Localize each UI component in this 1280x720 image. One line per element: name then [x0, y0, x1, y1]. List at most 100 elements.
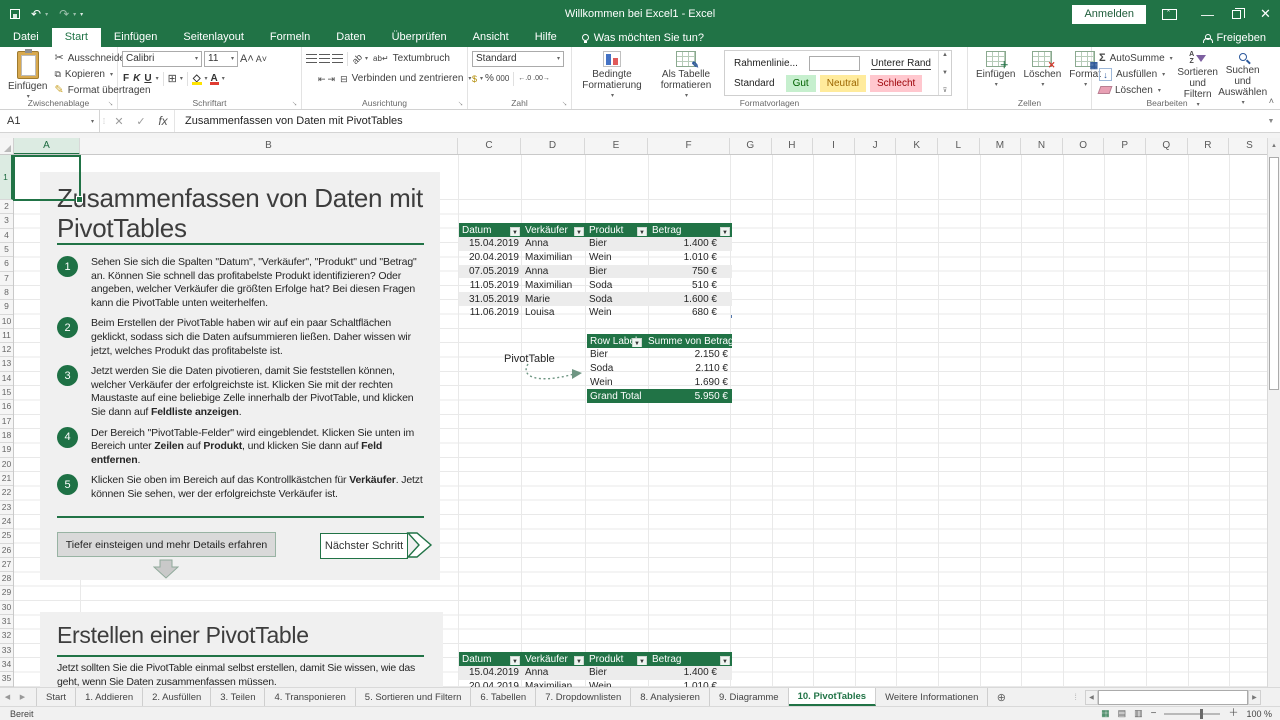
wrap-text-button[interactable]: ab↵Textumbruch: [370, 51, 453, 67]
row-header-14[interactable]: 14: [0, 372, 13, 386]
increase-font-icon[interactable]: A˄: [240, 52, 254, 66]
row-header-33[interactable]: 33: [0, 644, 13, 658]
decrease-indent-icon[interactable]: ⇤: [318, 72, 326, 86]
filter-dropdown-icon[interactable]: ▼: [510, 227, 520, 236]
sheet-tab-9-diagramme[interactable]: 9. Diagramme: [710, 688, 789, 706]
bold-button[interactable]: F: [122, 73, 130, 84]
gallery-more-icon[interactable]: ⊽: [943, 87, 947, 94]
sheet-tab-4-transponieren[interactable]: 4. Transponieren: [265, 688, 355, 706]
sheet-tab-6-tabellen[interactable]: 6. Tabellen: [471, 688, 536, 706]
fill-button[interactable]: ↓Ausfüllen▾: [1096, 66, 1176, 82]
close-button[interactable]: ✕: [1251, 0, 1280, 28]
column-header-O[interactable]: O: [1063, 138, 1105, 155]
fill-color-button[interactable]: ◇: [192, 73, 202, 84]
column-header-C[interactable]: C: [458, 138, 521, 155]
table-row[interactable]: 11.06.2019LouisaWein680 €: [459, 306, 732, 320]
borders-icon[interactable]: ⊞: [168, 72, 177, 86]
row-header-26[interactable]: 26: [0, 544, 13, 558]
table-row[interactable]: 20.04.2019MaximilianWein1.010 €: [459, 680, 732, 687]
column-header-D[interactable]: D: [521, 138, 585, 155]
collapse-ribbon-icon[interactable]: ˄: [1269, 96, 1274, 106]
filter-dropdown-icon[interactable]: ▼: [720, 227, 730, 236]
ribbon-tab-seitenlayout[interactable]: Seitenlayout: [170, 28, 257, 47]
filter-dropdown-icon[interactable]: ▼: [632, 338, 642, 347]
row-header-30[interactable]: 30: [0, 601, 13, 615]
zoom-slider-thumb[interactable]: [1200, 709, 1203, 719]
zoom-slider[interactable]: [1164, 713, 1220, 715]
column-header-J[interactable]: J: [855, 138, 897, 155]
font-dialog-launcher[interactable]: [291, 99, 299, 107]
cell-style-blank[interactable]: [809, 56, 860, 71]
sheet-tab-1-addieren[interactable]: 1. Addieren: [76, 688, 143, 706]
vertical-scrollbar[interactable]: ▲: [1267, 138, 1280, 687]
row-header-23[interactable]: 23: [0, 501, 13, 515]
row-header-7[interactable]: 7: [0, 272, 13, 286]
column-header-L[interactable]: L: [938, 138, 980, 155]
font-name-select[interactable]: Calibri▾: [122, 51, 202, 67]
restore-button[interactable]: [1222, 0, 1251, 28]
row-header-8[interactable]: 8: [0, 286, 13, 300]
cell-style-unterer-rand[interactable]: Unterer Rand: [864, 55, 938, 72]
ribbon-tab-daten[interactable]: Daten: [323, 28, 378, 47]
clear-button[interactable]: Löschen▾: [1096, 82, 1176, 98]
row-header-17[interactable]: 17: [0, 415, 13, 429]
decrease-font-icon[interactable]: A˅: [256, 52, 267, 66]
pivot-row[interactable]: Soda2.110 €: [587, 362, 732, 376]
comma-style-button[interactable]: 000: [496, 72, 509, 86]
row-header-11[interactable]: 11: [0, 329, 13, 343]
sheet-grid[interactable]: 1234567891011121314151617181920212223242…: [0, 155, 1267, 687]
sheet-tab-8-analysieren[interactable]: 8. Analysieren: [631, 688, 710, 706]
column-header-I[interactable]: I: [813, 138, 855, 155]
row-header-10[interactable]: 10: [0, 315, 13, 329]
ribbon-tab--berpr-fen[interactable]: Überprüfen: [379, 28, 460, 47]
horizontal-scroll-thumb[interactable]: [1098, 690, 1248, 705]
confirm-entry-icon[interactable]: ✓: [130, 110, 152, 132]
ribbon-tab-ansicht[interactable]: Ansicht: [460, 28, 522, 47]
undo-icon[interactable]: ↶: [31, 8, 41, 20]
column-header-S[interactable]: S: [1229, 138, 1267, 155]
accounting-format-icon[interactable]: $: [472, 72, 477, 86]
filter-dropdown-icon[interactable]: ▼: [720, 656, 730, 665]
next-step-button[interactable]: Nächster Schritt: [320, 533, 408, 559]
row-header-21[interactable]: 21: [0, 472, 13, 486]
column-header-B[interactable]: B: [80, 138, 458, 155]
conditional-formatting-button[interactable]: Bedingte Formatierung▾: [576, 50, 648, 103]
delete-cells-button[interactable]: ✕ Löschen▾: [1019, 50, 1065, 92]
normal-view-icon[interactable]: ▦: [1101, 708, 1110, 719]
row-header-4[interactable]: 4: [0, 229, 13, 243]
percent-style-button[interactable]: %: [485, 72, 494, 86]
number-dialog-launcher[interactable]: [561, 99, 569, 107]
filter-dropdown-icon[interactable]: ▼: [574, 656, 584, 665]
gallery-up-icon[interactable]: ▲: [942, 52, 948, 58]
number-format-select[interactable]: Standard▾: [472, 51, 564, 67]
row-header-27[interactable]: 27: [0, 558, 13, 572]
pivot-row[interactable]: Wein1.690 €: [587, 376, 732, 390]
column-header-A[interactable]: A: [14, 138, 80, 155]
ribbon-tab-start[interactable]: Start: [52, 28, 101, 47]
sheet-tab-3-teilen[interactable]: 3. Teilen: [211, 688, 265, 706]
namebox-dropdown-icon[interactable]: ▾: [91, 118, 94, 125]
table-row[interactable]: 11.05.2019MaximilianSoda510 €: [459, 278, 732, 292]
zoom-in-icon[interactable]: ＋: [1228, 709, 1238, 719]
horizontal-scrollbar[interactable]: ◀ ▶: [1085, 688, 1263, 706]
align-middle-icon[interactable]: [319, 54, 330, 63]
sheet-tab-start[interactable]: Start: [36, 688, 76, 706]
align-top-icon[interactable]: [306, 54, 317, 63]
scroll-right-icon[interactable]: ▶: [1248, 690, 1261, 705]
font-color-button[interactable]: A: [210, 73, 219, 84]
row-header-35[interactable]: 35: [0, 672, 13, 686]
ribbon-tab-datei[interactable]: Datei: [0, 28, 52, 47]
undo-dropdown-icon[interactable]: ▾: [45, 11, 48, 18]
row-header-29[interactable]: 29: [0, 586, 13, 600]
redo-icon[interactable]: ↷: [59, 8, 69, 20]
filter-dropdown-icon[interactable]: ▼: [510, 656, 520, 665]
format-as-table-button[interactable]: ✎ Als Tabelle formatieren▾: [652, 50, 720, 103]
row-header-28[interactable]: 28: [0, 572, 13, 586]
minimize-button[interactable]: —: [1193, 0, 1222, 28]
column-header-P[interactable]: P: [1104, 138, 1146, 155]
column-header-Q[interactable]: Q: [1146, 138, 1188, 155]
column-header-R[interactable]: R: [1188, 138, 1230, 155]
filter-dropdown-icon[interactable]: ▼: [637, 227, 647, 236]
row-header-13[interactable]: 13: [0, 357, 13, 371]
increase-decimal-icon[interactable]: ←.0: [518, 72, 531, 86]
